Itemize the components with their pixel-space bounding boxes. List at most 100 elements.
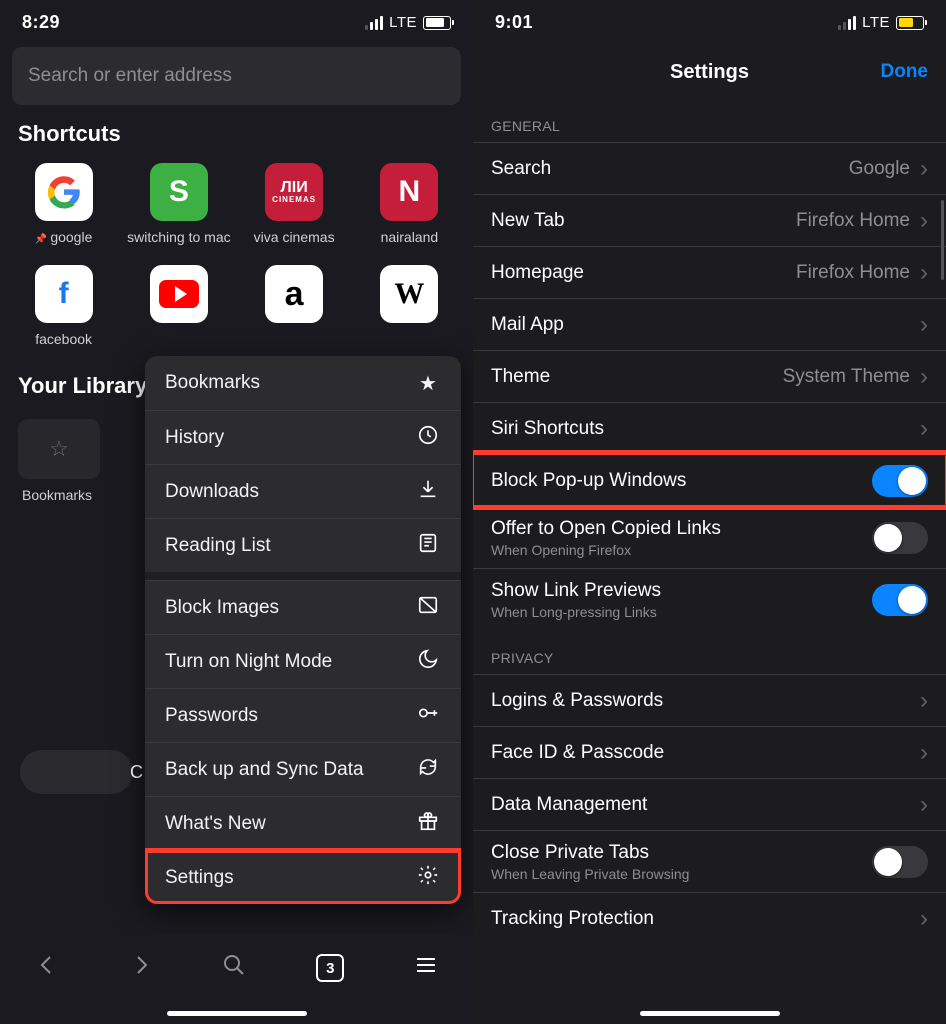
row-label: Mail App — [491, 314, 564, 336]
row-label: Siri Shortcuts — [491, 418, 604, 440]
close-private-toggle[interactable] — [872, 846, 928, 878]
row-label: Search — [491, 158, 551, 180]
setting-logins[interactable]: Logins & Passwords › — [473, 674, 946, 726]
status-bar: 9:01 LTE — [473, 0, 946, 37]
row-value: Google — [849, 158, 910, 180]
status-bar: 8:29 LTE — [0, 0, 473, 37]
chevron-right-icon: › — [920, 905, 928, 933]
network-label: LTE — [389, 14, 417, 31]
menu-night-mode[interactable]: Turn on Night Mode — [145, 634, 461, 688]
home-indicator — [640, 1011, 780, 1016]
row-label: Face ID & Passcode — [491, 742, 664, 764]
setting-new-tab[interactable]: New Tab Firefox Home › — [473, 194, 946, 246]
shortcut-label: viva cinemas — [254, 229, 335, 247]
shortcut-label: 📌google — [35, 229, 93, 247]
menu-sync[interactable]: Back up and Sync Data — [145, 742, 461, 796]
search-button[interactable] — [222, 953, 246, 983]
signal-icon — [838, 16, 856, 30]
menu-label: Settings — [165, 867, 234, 889]
setting-block-popups[interactable]: Block Pop-up Windows — [473, 454, 946, 506]
setting-theme[interactable]: Theme System Theme› — [473, 350, 946, 402]
shortcut-switching[interactable]: S switching to mac — [121, 159, 236, 261]
chevron-right-icon: › — [920, 415, 928, 443]
open-new-tab-pill[interactable]: C — [20, 750, 133, 794]
key-icon — [415, 702, 441, 730]
shortcut-google[interactable]: 📌google — [6, 159, 121, 261]
tab-count: 3 — [326, 960, 334, 977]
page-title: Settings — [670, 61, 749, 83]
section-general-header: GENERAL — [473, 98, 946, 142]
setting-tracking-protection[interactable]: Tracking Protection › — [473, 892, 946, 944]
chevron-right-icon: › — [920, 687, 928, 715]
shortcut-grid: 📌google S switching to mac ЛІИCINEMAS vi… — [0, 159, 473, 363]
shortcut-viva[interactable]: ЛІИCINEMAS viva cinemas — [237, 159, 352, 261]
network-label: LTE — [862, 14, 890, 31]
menu-downloads[interactable]: Downloads — [145, 464, 461, 518]
block-popups-toggle[interactable] — [872, 465, 928, 497]
back-button[interactable] — [35, 953, 59, 983]
tabs-button[interactable]: 3 — [316, 954, 344, 982]
library-bookmarks-tile[interactable]: ☆ — [18, 419, 100, 479]
setting-link-previews[interactable]: Show Link Previews When Long-pressing Li… — [473, 568, 946, 630]
status-time: 8:29 — [22, 12, 60, 33]
menu-separator — [145, 572, 461, 580]
menu-button[interactable] — [414, 953, 438, 983]
no-image-icon — [415, 594, 441, 622]
browser-menu-sheet: Bookmarks ★ History Downloads Reading Li… — [145, 356, 461, 904]
setting-copied-links[interactable]: Offer to Open Copied Links When Opening … — [473, 506, 946, 568]
setting-siri-shortcuts[interactable]: Siri Shortcuts › — [473, 402, 946, 454]
forward-button[interactable] — [129, 953, 153, 983]
chevron-right-icon: › — [920, 259, 928, 287]
menu-bookmarks[interactable]: Bookmarks ★ — [145, 356, 461, 410]
menu-reading-list[interactable]: Reading List — [145, 518, 461, 572]
shortcuts-heading: Shortcuts — [0, 121, 473, 159]
setting-search[interactable]: Search Google› — [473, 142, 946, 194]
clock-icon — [415, 424, 441, 452]
firefox-settings-screen: 9:01 LTE Settings Done GENERAL Search Go… — [473, 0, 946, 1024]
row-sublabel: When Leaving Private Browsing — [491, 866, 689, 882]
setting-mail-app[interactable]: Mail App › — [473, 298, 946, 350]
setting-data-mgmt[interactable]: Data Management › — [473, 778, 946, 830]
shortcut-youtube[interactable] — [121, 261, 236, 363]
row-label: Tracking Protection — [491, 908, 654, 930]
shortcut-label: nairaland — [381, 229, 439, 247]
chevron-right-icon: › — [920, 791, 928, 819]
row-value: Firefox Home — [796, 210, 910, 232]
copied-links-toggle[interactable] — [872, 522, 928, 554]
shortcut-label: switching to mac — [127, 229, 230, 247]
battery-icon — [896, 16, 924, 30]
address-search-field[interactable]: Search or enter address — [12, 47, 461, 105]
row-label: Block Pop-up Windows — [491, 470, 686, 492]
row-label: Theme — [491, 366, 550, 388]
row-label: Offer to Open Copied Links — [491, 518, 721, 540]
link-previews-toggle[interactable] — [872, 584, 928, 616]
facebook-icon: f — [35, 265, 93, 323]
shortcut-amazon[interactable]: a — [237, 261, 352, 363]
chevron-right-icon: › — [920, 739, 928, 767]
setting-homepage[interactable]: Homepage Firefox Home› — [473, 246, 946, 298]
sync-icon — [415, 756, 441, 784]
menu-label: Passwords — [165, 705, 258, 727]
setting-close-private-tabs[interactable]: Close Private Tabs When Leaving Private … — [473, 830, 946, 892]
shortcut-nairaland[interactable]: N nairaland — [352, 159, 467, 261]
menu-whats-new[interactable]: What's New — [145, 796, 461, 850]
menu-label: History — [165, 427, 224, 449]
done-button[interactable]: Done — [881, 61, 929, 83]
shortcut-facebook[interactable]: f facebook — [6, 261, 121, 363]
home-indicator — [167, 1011, 307, 1016]
row-label: New Tab — [491, 210, 565, 232]
shortcut-label: facebook — [35, 331, 92, 349]
menu-block-images[interactable]: Block Images — [145, 580, 461, 634]
moon-icon — [415, 648, 441, 676]
wikipedia-icon: W — [380, 265, 438, 323]
menu-history[interactable]: History — [145, 410, 461, 464]
setting-faceid[interactable]: Face ID & Passcode › — [473, 726, 946, 778]
scrollbar[interactable] — [941, 200, 944, 280]
letter-n-icon: N — [380, 163, 438, 221]
menu-passwords[interactable]: Passwords — [145, 688, 461, 742]
shortcut-wikipedia[interactable]: W — [352, 261, 467, 363]
menu-settings[interactable]: Settings — [145, 850, 461, 904]
row-sublabel: When Opening Firefox — [491, 542, 721, 558]
menu-label: Back up and Sync Data — [165, 759, 364, 781]
chevron-right-icon: › — [920, 207, 928, 235]
